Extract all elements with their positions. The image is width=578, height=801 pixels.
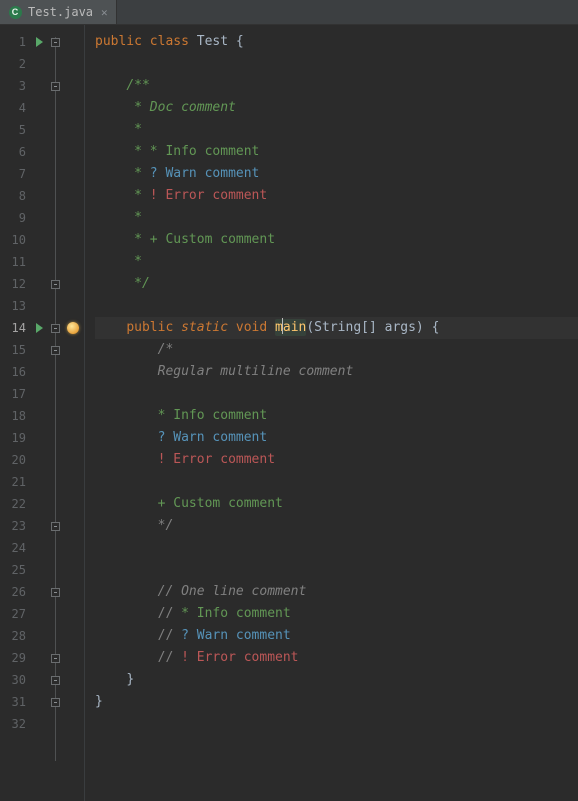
code-line: * + Custom comment [95,229,578,251]
code-line: * Info comment [95,405,578,427]
code-line [95,537,578,559]
code-line: * ? Warn comment [95,163,578,185]
code-editor[interactable]: 1234567891011121314151617181920212223242… [0,25,578,801]
fold-toggle-icon[interactable] [51,676,60,685]
fold-toggle-icon[interactable] [51,346,60,355]
code-line [95,383,578,405]
code-line: // * Info comment [95,603,578,625]
code-line [95,559,578,581]
fold-toggle-icon[interactable] [51,588,60,597]
code-line: public class Test { [95,31,578,53]
code-line [95,295,578,317]
code-line: + Custom comment [95,493,578,515]
code-line: * [95,207,578,229]
code-area[interactable]: public class Test { /** * Doc comment * … [84,25,578,801]
code-line: // One line comment [95,581,578,603]
java-class-icon: C [8,5,22,19]
fold-toggle-icon[interactable] [51,654,60,663]
code-line [95,471,578,493]
tab-test-java[interactable]: C Test.java ✕ [0,0,117,24]
code-line [95,713,578,735]
fold-gutter [48,25,62,801]
code-line: * [95,119,578,141]
code-line: } [95,669,578,691]
run-icon[interactable] [36,323,43,333]
code-line: /* [95,339,578,361]
code-line [95,53,578,75]
fold-toggle-icon[interactable] [51,82,60,91]
line-number-gutter[interactable]: 1234567891011121314151617181920212223242… [0,25,30,801]
run-gutter [30,25,48,801]
close-icon[interactable]: ✕ [101,6,108,19]
code-line: */ [95,273,578,295]
code-line: ! Error comment [95,449,578,471]
fold-toggle-icon[interactable] [51,522,60,531]
code-line-current: public static void main(String[] args) { [95,317,578,339]
tab-bar: C Test.java ✕ [0,0,578,25]
code-line: * ! Error comment [95,185,578,207]
run-icon[interactable] [36,37,43,47]
code-line: /** [95,75,578,97]
fold-toggle-icon[interactable] [51,280,60,289]
fold-toggle-icon[interactable] [51,38,60,47]
code-line: Regular multiline comment [95,361,578,383]
code-line: * [95,251,578,273]
code-line: } [95,691,578,713]
code-line: * * Info comment [95,141,578,163]
code-line: ? Warn comment [95,427,578,449]
fold-toggle-icon[interactable] [51,324,60,333]
intention-bulb-icon[interactable] [67,322,79,334]
intention-gutter [62,25,84,801]
code-line: */ [95,515,578,537]
code-line: // ? Warn comment [95,625,578,647]
tab-filename: Test.java [28,5,93,19]
code-line: // ! Error comment [95,647,578,669]
code-line: * Doc comment [95,97,578,119]
fold-toggle-icon[interactable] [51,698,60,707]
